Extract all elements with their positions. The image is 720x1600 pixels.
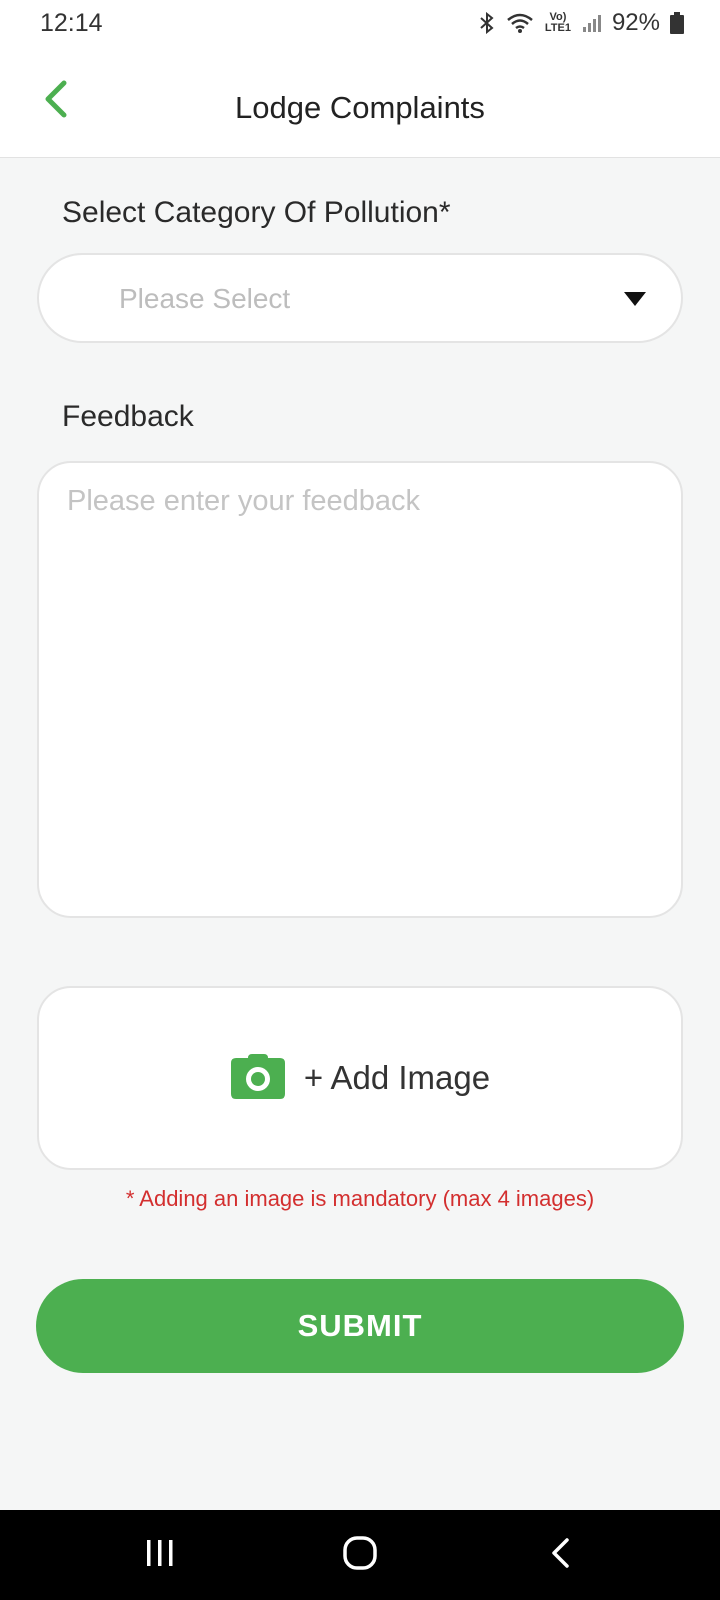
wifi-icon: [506, 12, 534, 34]
status-time: 12:14: [40, 8, 103, 37]
recent-apps-icon: [144, 1538, 176, 1573]
add-image-label: + Add Image: [303, 1059, 491, 1096]
home-button[interactable]: [320, 1525, 400, 1585]
category-label: Select Category Of Pollution*: [62, 196, 451, 229]
feedback-field-container: [37, 461, 683, 918]
status-icons: Vo) LTE1 92%: [478, 9, 684, 37]
camera-icon: [230, 1052, 286, 1105]
network-label: Vo) LTE1: [544, 11, 571, 34]
caret-down-icon: [623, 291, 647, 312]
page-title: Lodge Complaints: [235, 90, 485, 125]
back-icon: [549, 1537, 571, 1574]
home-icon: [342, 1535, 378, 1576]
system-nav-bar: [0, 1510, 720, 1600]
app-bar: Lodge Complaints: [0, 46, 720, 158]
mandatory-note: * Adding an image is mandatory (max 4 im…: [125, 1186, 595, 1211]
status-bar: 12:14 Vo) LTE1 92%: [0, 0, 720, 46]
nav-back-button[interactable]: [520, 1525, 600, 1585]
recent-apps-button[interactable]: [120, 1525, 200, 1585]
battery-percent: 92%: [611, 9, 660, 36]
feedback-label: Feedback: [62, 400, 194, 433]
battery-icon: [670, 12, 684, 34]
bluetooth-icon: [478, 12, 496, 34]
category-select[interactable]: Please Select: [37, 253, 683, 343]
submit-button[interactable]: SUBMIT: [36, 1279, 684, 1373]
signal-icon: [582, 13, 602, 33]
feedback-input[interactable]: [39, 463, 681, 916]
category-placeholder: Please Select: [119, 283, 291, 314]
add-image-button[interactable]: + Add Image: [37, 986, 683, 1170]
